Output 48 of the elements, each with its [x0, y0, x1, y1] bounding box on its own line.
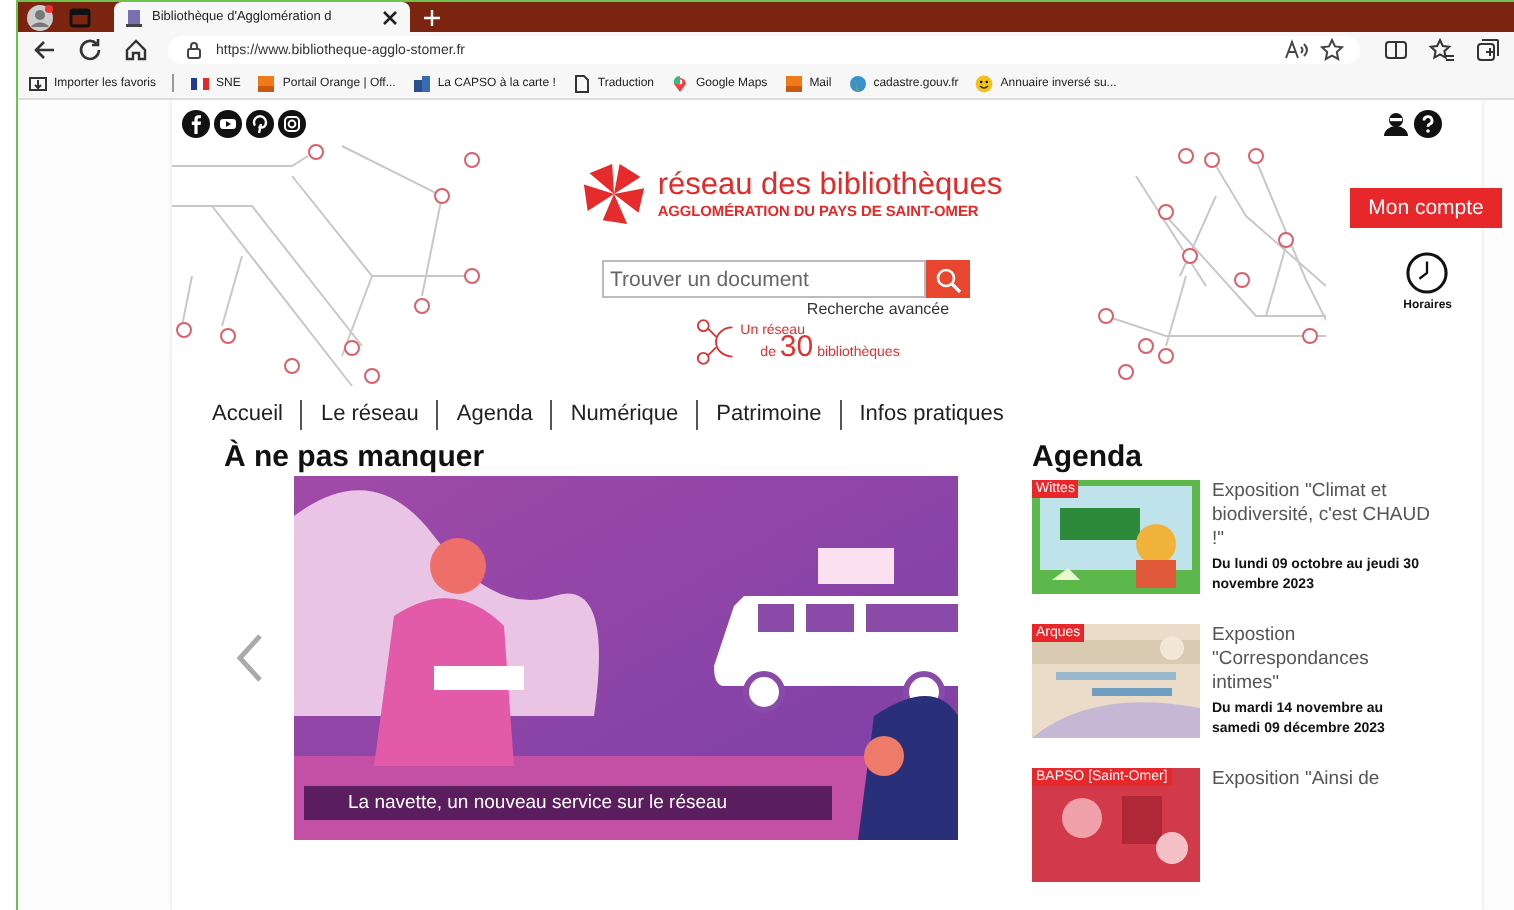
logo-title: réseau des bibliothèques	[657, 169, 1003, 201]
facebook-icon[interactable]	[182, 110, 210, 138]
banner-caption: La navette, un nouveau service sur le réseau	[304, 786, 832, 820]
nav-link[interactable]: Agenda	[456, 402, 533, 427]
building-icon	[411, 73, 432, 93]
favorites-icon[interactable]	[1428, 36, 1456, 64]
clock-icon[interactable]	[1406, 252, 1449, 294]
map-pin-icon	[670, 73, 690, 93]
help-icon[interactable]	[1414, 110, 1442, 138]
page-icon	[571, 73, 592, 93]
account-button[interactable]: Mon compte	[1350, 188, 1502, 228]
split-screen-icon[interactable]	[1382, 36, 1410, 64]
square-icon	[783, 73, 804, 93]
event-title[interactable]: Expostion "Correspondances intimes"	[1212, 624, 1432, 696]
nav-link[interactable]: Numérique	[570, 402, 679, 427]
pinterest-icon[interactable]	[246, 110, 274, 138]
nav-link[interactable]: Accueil	[212, 402, 283, 427]
video-icon[interactable]	[214, 110, 242, 138]
home-icon[interactable]	[122, 36, 150, 64]
new-tab-icon[interactable]	[422, 7, 442, 27]
section-heading: À ne pas manquer	[224, 440, 487, 478]
close-icon[interactable]	[380, 7, 400, 27]
search-button[interactable]	[926, 260, 970, 298]
collections-icon[interactable]	[1474, 36, 1502, 64]
flag-icon	[190, 73, 211, 93]
event-title[interactable]: Exposition "Ainsi de	[1212, 768, 1380, 792]
logo-icon[interactable]	[581, 162, 646, 226]
nav-link[interactable]: Patrimoine	[716, 402, 822, 427]
user-icon[interactable]	[1382, 110, 1410, 138]
nav-link[interactable]: Le réseau	[320, 402, 419, 427]
smiley-icon	[974, 73, 995, 93]
square-icon	[256, 73, 277, 93]
globe-icon	[847, 73, 868, 93]
section-heading: Agenda	[1032, 440, 1145, 478]
profile-icon[interactable]	[26, 3, 54, 31]
event-title[interactable]: Exposition "Climat et biodiversité, c'est CHAUD !"	[1212, 480, 1432, 552]
back-icon[interactable]	[30, 36, 58, 64]
network-icon	[696, 318, 737, 366]
camera-icon[interactable]	[278, 110, 306, 138]
reload-icon[interactable]	[76, 36, 104, 64]
star-icon[interactable]	[1320, 38, 1344, 62]
advanced-search-link[interactable]: Recherche avancée	[806, 300, 950, 318]
import-icon	[28, 73, 48, 93]
search-field[interactable]: Trouver un document	[602, 260, 926, 298]
read-aloud-icon[interactable]	[1284, 38, 1308, 62]
search-icon	[934, 265, 962, 293]
lock-icon	[184, 40, 204, 60]
nav-link[interactable]: Infos pratiques	[859, 402, 1004, 427]
